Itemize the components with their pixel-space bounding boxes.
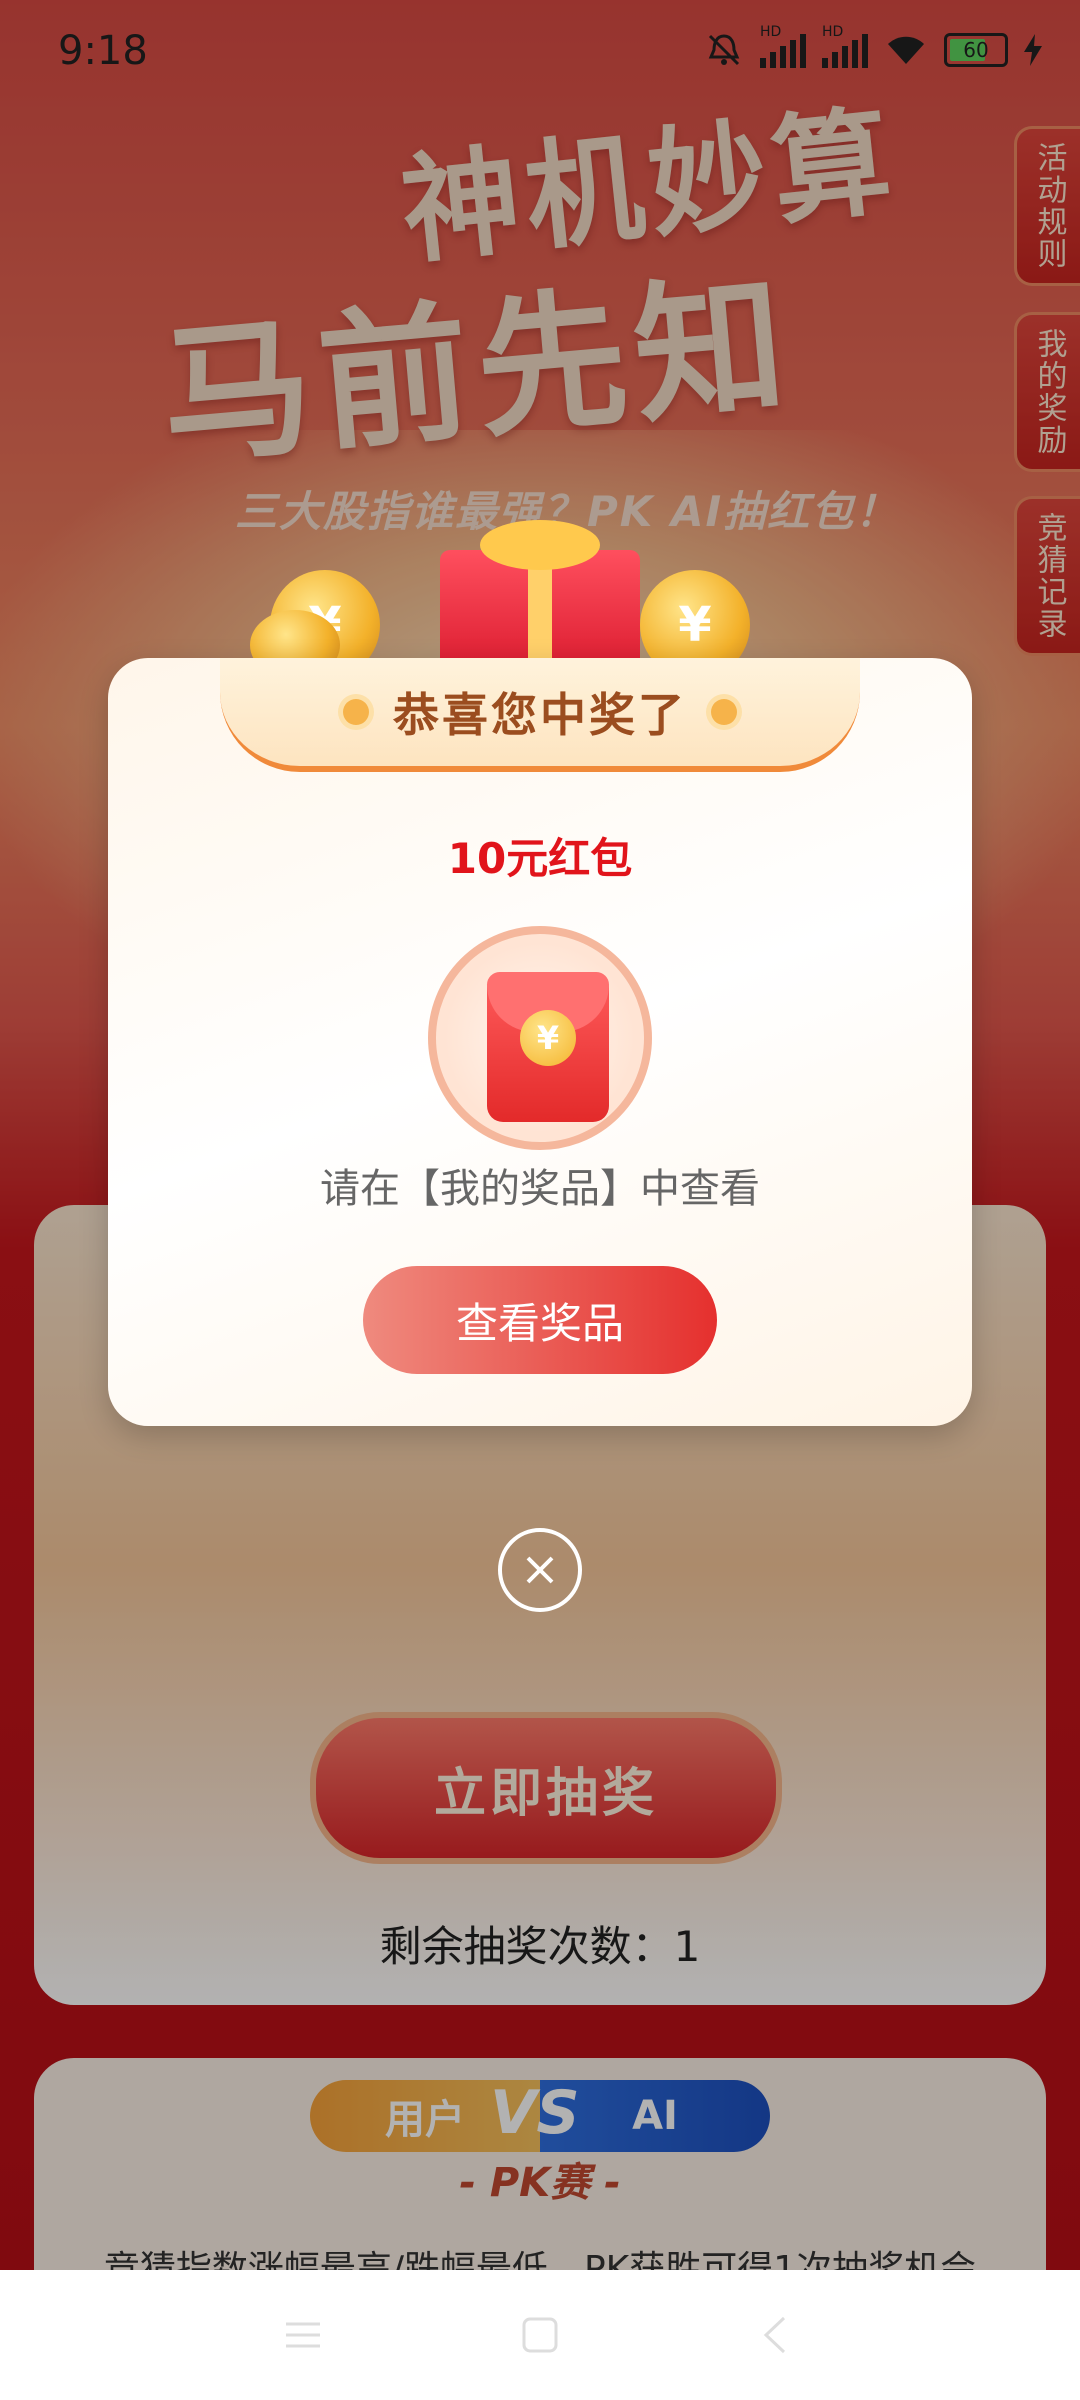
prize-modal: 恭喜您中奖了 10元红包 ¥ 请在【我的奖品】中查看 查看奖品 — [108, 658, 972, 1426]
prize-image: ¥ — [428, 926, 652, 1150]
prize-hint: 请在【我的奖品】中查看 — [320, 1166, 760, 1212]
decor-dot-icon — [711, 699, 737, 725]
prize-name: 10元红包 — [447, 834, 633, 883]
red-envelope-icon: ¥ — [487, 972, 609, 1122]
yuan-coin-icon: ¥ — [520, 1010, 576, 1066]
modal-header: 恭喜您中奖了 — [220, 658, 860, 772]
view-prize-button[interactable]: 查看奖品 — [363, 1266, 717, 1374]
back-icon[interactable] — [752, 2310, 802, 2360]
decor-dot-icon — [343, 699, 369, 725]
gift-decoration: ¥ ¥ — [250, 520, 830, 680]
system-nav-bar — [0, 2270, 1080, 2400]
menu-icon[interactable] — [278, 2310, 328, 2360]
modal-title: 恭喜您中奖了 — [393, 688, 687, 742]
close-modal-button[interactable] — [498, 1528, 582, 1612]
home-icon[interactable] — [515, 2310, 565, 2360]
gift-bow-icon — [480, 520, 600, 570]
close-icon — [526, 1556, 554, 1584]
